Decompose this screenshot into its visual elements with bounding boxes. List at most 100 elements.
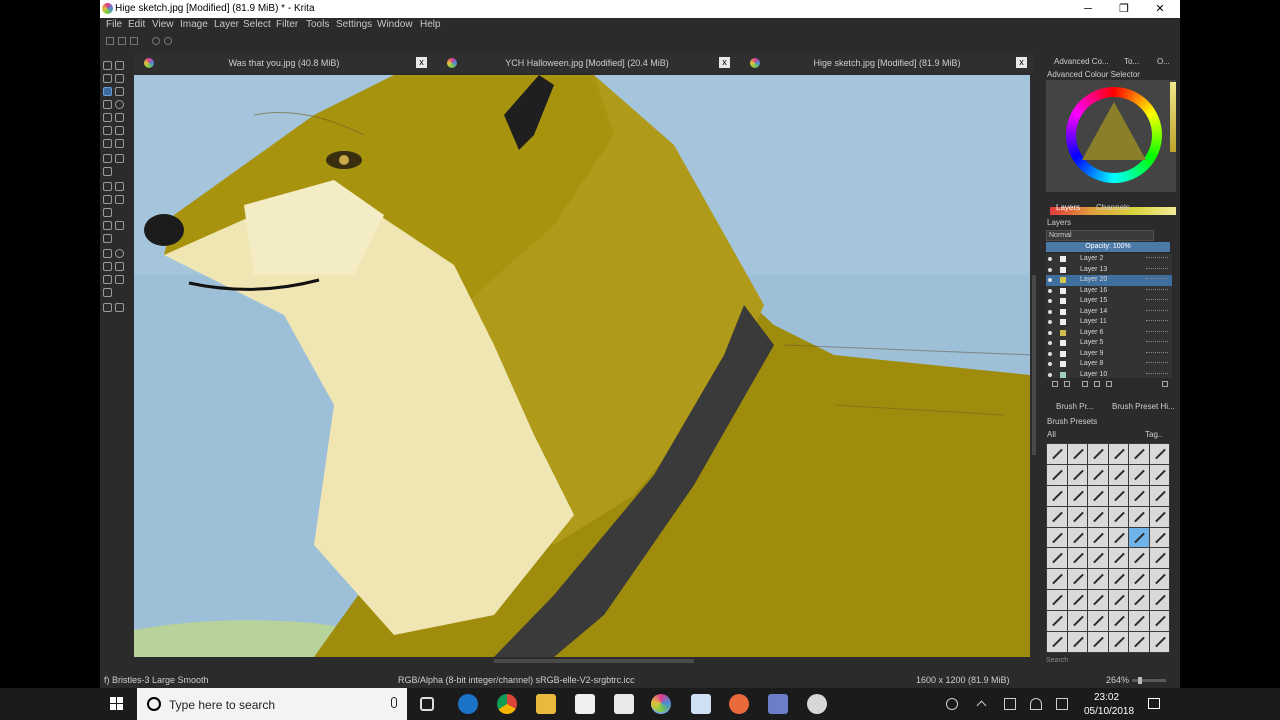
close-window-button[interactable]: ✕ [1142, 0, 1178, 18]
tab-was-that-you[interactable]: Was that you.jpg (40.8 MiB) x [134, 53, 434, 73]
brush-preset[interactable] [1047, 548, 1067, 569]
brush-tool-icon[interactable] [103, 87, 112, 96]
layer-flags-icon[interactable] [1146, 267, 1168, 272]
windows-start-icon[interactable] [110, 697, 124, 711]
save-document-icon[interactable] [130, 37, 138, 45]
brush-preset[interactable] [1129, 590, 1149, 611]
layer-item[interactable]: Layer 16 [1046, 286, 1172, 297]
brush-preset[interactable] [1149, 569, 1169, 590]
tab-overview[interactable]: O... [1157, 57, 1170, 66]
brush-preset[interactable] [1047, 506, 1067, 527]
layer-properties-icon[interactable] [1106, 381, 1112, 387]
redo-icon[interactable] [164, 37, 172, 45]
battery-icon[interactable] [1004, 698, 1016, 710]
reference-images-tool-icon[interactable] [103, 234, 112, 243]
close-tab-icon[interactable]: x [1016, 57, 1027, 68]
tab-brush-preset-history[interactable]: Brush Preset Hi... [1112, 402, 1175, 411]
brush-preset[interactable] [1149, 527, 1169, 548]
bezier-tool-icon[interactable] [103, 126, 112, 135]
fill-tool-icon[interactable] [103, 208, 112, 217]
brush-preset[interactable] [1088, 485, 1108, 506]
layer-item[interactable]: Layer 8 [1046, 359, 1172, 370]
microphone-icon[interactable] [391, 697, 397, 708]
colorize-mask-tool-icon[interactable] [103, 195, 112, 204]
krita-taskbar-icon[interactable] [651, 694, 671, 714]
brush-preset[interactable] [1067, 485, 1087, 506]
brush-preset[interactable] [1149, 632, 1169, 652]
brush-preset[interactable] [1129, 611, 1149, 632]
tab-advanced-colour[interactable]: Advanced Co... [1054, 57, 1109, 66]
action-center-icon[interactable] [1148, 698, 1160, 709]
measure-tool-icon[interactable] [115, 221, 124, 230]
bezier-selection-tool-icon[interactable] [103, 288, 112, 297]
layer-flags-icon[interactable] [1146, 341, 1168, 345]
brush-preset[interactable] [1047, 464, 1067, 485]
ellipse-tool-icon[interactable] [115, 100, 124, 109]
layer-flags-icon[interactable] [1146, 320, 1168, 324]
brush-preset[interactable] [1108, 444, 1128, 464]
visibility-eye-icon[interactable] [1048, 278, 1052, 282]
visibility-eye-icon[interactable] [1048, 330, 1052, 335]
close-tab-icon[interactable]: x [719, 57, 730, 68]
layer-flags-icon[interactable] [1146, 278, 1168, 282]
task-view-icon[interactable] [420, 697, 434, 711]
brush-preset[interactable] [1067, 527, 1087, 548]
line-tool-icon[interactable] [115, 87, 124, 96]
polyline-tool-icon[interactable] [115, 113, 124, 122]
app-icon[interactable] [729, 694, 749, 714]
current-brush-label[interactable]: f) Bristles-3 Large Smooth [104, 675, 209, 685]
delete-layer-icon[interactable] [1162, 381, 1168, 387]
colour-selector[interactable] [1046, 80, 1176, 215]
layer-flags-icon[interactable] [1146, 351, 1168, 356]
menu-select[interactable]: Select [243, 19, 271, 30]
brush-preset[interactable] [1088, 632, 1108, 652]
minimize-button[interactable]: ─ [1070, 0, 1106, 18]
menu-filter[interactable]: Filter [276, 19, 298, 30]
layer-item[interactable]: Layer 15 [1046, 296, 1172, 307]
similar-selection-tool-icon[interactable] [115, 275, 124, 284]
layer-item[interactable]: Layer 13 [1046, 265, 1172, 276]
layer-flags-icon[interactable] [1146, 330, 1168, 335]
brush-preset[interactable] [1088, 464, 1108, 485]
brush-preset[interactable] [1067, 569, 1087, 590]
tab-hige-sketch[interactable]: Hige sketch.jpg [Modified] (81.9 MiB) x [740, 53, 1034, 73]
pan-tool-icon[interactable] [115, 303, 124, 312]
tab-layers[interactable]: Layers [1056, 203, 1080, 212]
blend-mode-select[interactable]: Normal [1046, 230, 1154, 241]
drawing-canvas[interactable] [134, 75, 1030, 657]
brush-preset[interactable] [1129, 569, 1149, 590]
new-document-icon[interactable] [106, 37, 114, 45]
layer-item-selected[interactable]: Layer 20 [1046, 275, 1172, 286]
brush-preset[interactable] [1108, 485, 1128, 506]
wifi-icon[interactable] [1030, 698, 1042, 710]
brush-preset[interactable] [1088, 611, 1108, 632]
visibility-eye-icon[interactable] [1048, 351, 1052, 356]
brush-preset[interactable] [1047, 485, 1067, 506]
keyboard-icon[interactable] [1056, 698, 1068, 710]
brush-preset[interactable] [1088, 548, 1108, 569]
brush-preset[interactable] [1108, 632, 1128, 652]
layer-flags-icon[interactable] [1146, 288, 1168, 293]
brush-preset[interactable] [1067, 506, 1087, 527]
brush-preset[interactable] [1047, 569, 1067, 590]
tab-brush-presets[interactable]: Brush Pr... [1056, 402, 1093, 411]
brush-preset[interactable] [1047, 527, 1067, 548]
brush-preset[interactable] [1108, 611, 1128, 632]
brush-preset[interactable] [1149, 611, 1169, 632]
brush-preset[interactable] [1149, 590, 1169, 611]
brush-preset[interactable] [1047, 590, 1067, 611]
color-picker-tool-icon[interactable] [115, 182, 124, 191]
edit-shapes-tool-icon[interactable] [103, 74, 112, 83]
visibility-eye-icon[interactable] [1048, 362, 1052, 366]
brush-preset[interactable] [1067, 444, 1087, 464]
menu-file[interactable]: File [106, 19, 122, 30]
app-icon[interactable] [768, 694, 788, 714]
brush-filter-select[interactable]: All [1047, 430, 1056, 439]
menu-settings[interactable]: Settings [336, 19, 372, 30]
layer-item[interactable]: Layer 10 [1046, 370, 1172, 379]
zoom-tool-icon[interactable] [103, 303, 112, 312]
calligraphy-tool-icon[interactable] [115, 74, 124, 83]
undo-icon[interactable] [152, 37, 160, 45]
dynamic-brush-tool-icon[interactable] [103, 139, 112, 148]
people-icon[interactable] [946, 698, 958, 710]
